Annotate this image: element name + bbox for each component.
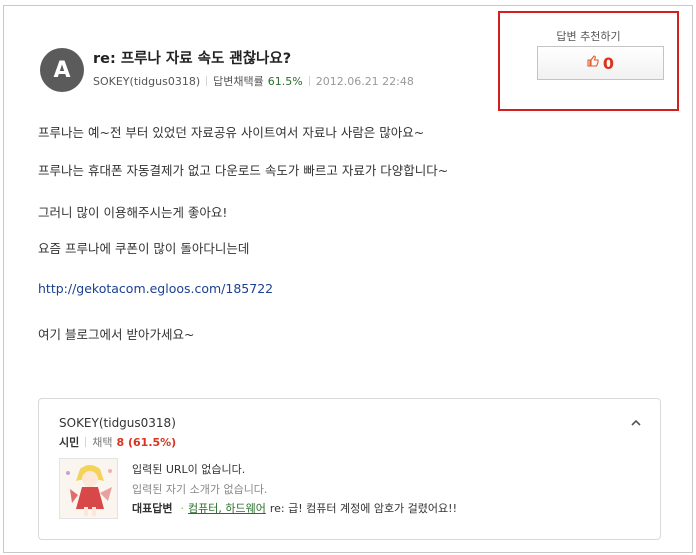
recommend-highlight: 답변 추천하기 0 <box>498 11 679 111</box>
profile-url: 입력된 URL이 없습니다. <box>132 463 246 476</box>
recommend-button[interactable]: 0 <box>537 46 664 80</box>
profile-best-answer: 대표답변 · 컴퓨터, 하드웨어 re: 급! 컴퓨터 계정에 암호가 걸렸어요… <box>132 500 457 516</box>
adoption-label: 답변채택률 <box>213 75 264 88</box>
content-line: 여기 블로그에서 받아가세요~ <box>38 327 195 342</box>
content-line: 프루나는 예~전 부터 있었던 자료공유 사이트여서 자료나 사람은 많아요~ <box>38 125 425 140</box>
content-line: 그러니 많이 이용해주시는게 좋아요! <box>38 205 228 220</box>
adoption-rate: 61.5% <box>267 74 303 88</box>
best-answer-category[interactable]: 컴퓨터, 하드웨어 <box>188 500 266 516</box>
answer-date: 2012.06.21 22:48 <box>315 74 414 88</box>
recommend-label: 답변 추천하기 <box>556 30 621 43</box>
profile-adopt-count: 8 (61.5%) <box>116 435 177 449</box>
avatar: A <box>40 48 84 92</box>
profile-name[interactable]: SOKEY(tidgus0318) <box>59 416 176 430</box>
best-answer-question[interactable]: re: 급! 컴퓨터 계정에 암호가 걸렸어요!! <box>270 500 457 516</box>
profile-grade: 시민 <box>59 436 80 449</box>
author-profile-card: SOKEY(tidgus0318) 시민 채택 8 (61.5%) 입력된 UR… <box>38 398 661 540</box>
divider <box>308 76 310 86</box>
divider <box>85 437 87 447</box>
best-answer-label: 대표답변 <box>132 502 173 515</box>
author-name[interactable]: SOKEY(tidgus0318) <box>93 75 200 88</box>
profile-image <box>59 458 118 519</box>
thumbs-up-icon <box>587 55 599 71</box>
content-line: 프루나는 휴대폰 자동결제가 없고 다운로드 속도가 빠르고 자료가 다양합니다… <box>38 163 449 178</box>
profile-intro: 입력된 자기 소개가 없습니다. <box>132 483 268 496</box>
chevron-up-icon[interactable] <box>630 414 642 426</box>
profile-adopt-label: 채택 <box>92 436 113 449</box>
divider <box>206 76 208 86</box>
bullet-icon: · <box>180 501 184 515</box>
answer-title: re: 프루나 자료 속도 괜찮나요? <box>93 51 292 67</box>
content-line: 요즘 프루나에 쿠폰이 많이 돌아다니는데 <box>38 241 250 256</box>
answer-meta: SOKEY(tidgus0318) 답변채택률 61.5% 2012.06.21… <box>93 73 414 89</box>
profile-grade-row: 시민 채택 8 (61.5%) <box>59 434 176 450</box>
recommend-count: 0 <box>602 53 615 73</box>
avatar-letter: A <box>53 57 71 83</box>
content-link[interactable]: http://gekotacom.egloos.com/185722 <box>38 281 273 296</box>
